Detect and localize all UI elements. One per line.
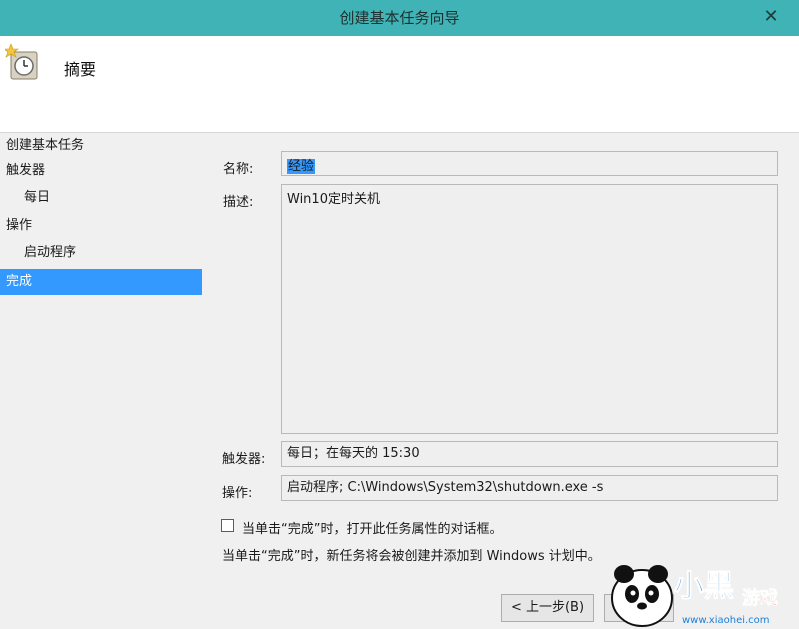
task-scheduler-icon <box>5 43 38 80</box>
window-title: 创建基本任务向导 <box>339 9 460 27</box>
nav-item-trigger[interactable]: 触发器 <box>0 158 202 184</box>
watermark-brand-game: 游戏 <box>742 587 778 609</box>
trigger-field: 每日；在每天的 15:30 <box>281 441 778 467</box>
open-properties-label: 当单击“完成”时，打开此任务属性的对话框。 <box>242 522 503 537</box>
wizard-content: 创建基本任务 触发器 每日 操作 启动程序 完成 名称: 经验 描述: Win1… <box>0 133 799 629</box>
action-value: 启动程序; C:\Windows\System32\shutdown.exe -… <box>287 480 604 495</box>
info-text: 当单击“完成”时，新任务将会被创建并添加到 Windows 计划中。 <box>222 549 601 564</box>
description-value: Win10定时关机 <box>287 192 380 207</box>
close-button[interactable]: ✕ <box>757 4 785 30</box>
name-value: 经验 <box>287 159 316 174</box>
title-bar: 创建基本任务向导 ✕ <box>0 0 799 36</box>
watermark-url: www.xiaohei.com <box>682 615 770 626</box>
trigger-label: 触发器: <box>222 452 266 467</box>
description-label: 描述: <box>223 195 254 210</box>
watermark-brand: 小黑 <box>674 569 734 604</box>
nav-item-daily[interactable]: 每日 <box>0 185 202 211</box>
page-heading: 摘要 <box>64 60 97 79</box>
nav-item-start-program[interactable]: 启动程序 <box>0 240 202 266</box>
action-label: 操作: <box>222 486 253 501</box>
name-field[interactable]: 经验 <box>281 151 778 176</box>
back-button[interactable]: < 上一步(B) <box>501 594 594 622</box>
action-field: 启动程序; C:\Windows\System32\shutdown.exe -… <box>281 475 778 501</box>
trigger-value: 每日；在每天的 15:30 <box>287 446 420 461</box>
nav-item-action[interactable]: 操作 <box>0 213 202 239</box>
nav-item-finish[interactable]: 完成 <box>0 269 202 295</box>
open-properties-checkbox[interactable] <box>221 519 234 532</box>
watermark-logo: 小黑 游戏 www.xiaohei.com <box>611 565 778 627</box>
wizard-header: 摘要 <box>0 36 799 133</box>
name-label: 名称: <box>223 162 254 177</box>
nav-item-create-basic-task[interactable]: 创建基本任务 <box>0 133 202 159</box>
wizard-steps-nav: 创建基本任务 触发器 每日 操作 启动程序 完成 <box>0 133 205 629</box>
description-field[interactable]: Win10定时关机 <box>281 184 778 434</box>
